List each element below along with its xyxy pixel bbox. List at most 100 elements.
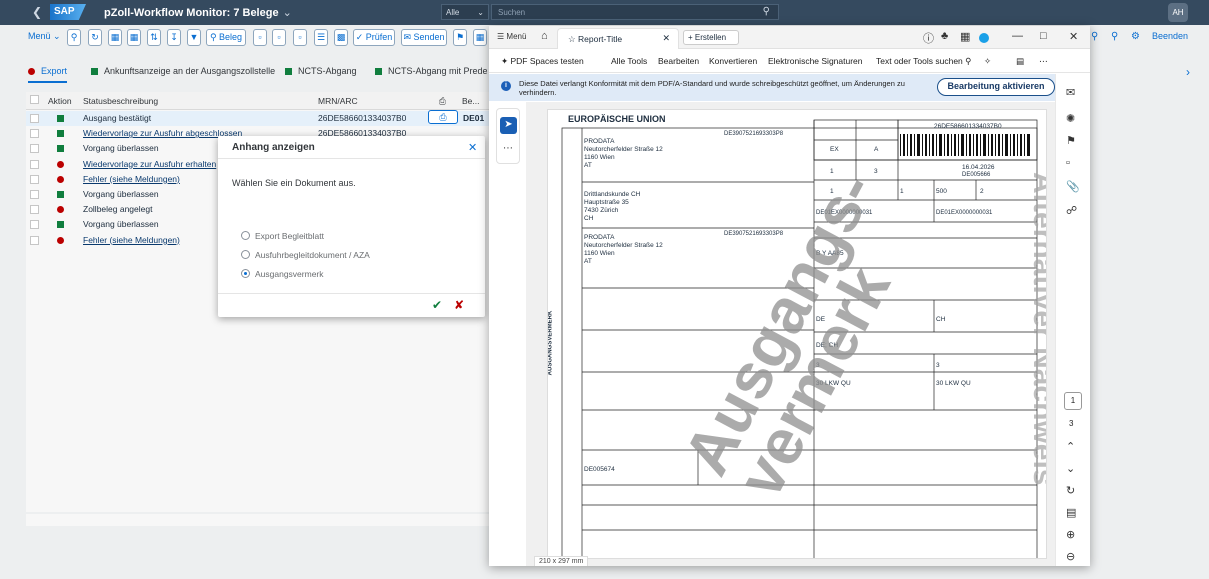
e-signature-button[interactable]: Elektronische Signaturen [768, 56, 863, 66]
refresh-icon[interactable]: ↻ [88, 29, 102, 46]
row-checkbox[interactable] [30, 129, 39, 139]
radio-button[interactable] [241, 250, 250, 259]
table-row[interactable]: Ausgang bestätigt 26DE586601334037B0 DE01 [26, 111, 492, 126]
minimize-icon[interactable]: — [1012, 30, 1023, 42]
copilot-icon[interactable] [979, 33, 989, 43]
status-description[interactable]: Fehler (siehe Meldungen) [83, 174, 180, 184]
sort-desc-icon[interactable]: ↧ [167, 29, 181, 46]
bell-icon[interactable]: ♣ [941, 30, 948, 42]
row-checkbox[interactable] [30, 190, 39, 199]
app-title[interactable]: pZoll-Workflow Monitor: 7 Belege ⌄ [104, 6, 292, 19]
rotate-icon[interactable]: ↻ [1066, 484, 1075, 497]
senden-button[interactable]: ✉ Senden [401, 29, 447, 46]
status-description[interactable]: Wiedervorlage zur Ausfuhr erhalten [83, 159, 216, 169]
maximize-icon[interactable]: □ [1040, 30, 1047, 42]
zoom-icon[interactable]: ⚲ [67, 29, 81, 46]
enable-editing-button[interactable]: Bearbeitung aktivieren [937, 78, 1055, 96]
home-icon[interactable]: ⌂ [541, 30, 548, 42]
row-checkbox[interactable] [30, 174, 39, 184]
save-icon[interactable]: ▤ [1016, 56, 1024, 67]
close-icon[interactable]: ✕ [468, 141, 477, 154]
tab-export[interactable]: Export [28, 66, 68, 83]
radio-ausgangsvermerk[interactable]: Ausgangsvermerk [241, 269, 324, 279]
column-aktion[interactable]: Aktion [48, 96, 72, 106]
fit-page-icon[interactable]: ▤ [1066, 506, 1076, 519]
row-checkbox[interactable] [30, 159, 39, 169]
close-tab-icon[interactable]: ✕ [662, 33, 670, 44]
list-icon[interactable]: ☰ [314, 29, 328, 46]
search-input[interactable]: Suchen ⚲ [491, 4, 779, 20]
current-page-input[interactable]: 1 [1064, 392, 1082, 410]
back-icon[interactable]: ❮ [32, 5, 42, 19]
avatar[interactable]: AH [1168, 3, 1188, 22]
row-checkbox[interactable] [30, 144, 39, 154]
all-tools-button[interactable]: Alle Tools [611, 56, 647, 66]
beenden-button[interactable]: Beenden [1152, 31, 1188, 41]
zoom-out-icon[interactable]: ⚲ [1111, 31, 1118, 42]
cancel-x-icon[interactable]: ✘ [454, 298, 464, 312]
menu-button[interactable]: Menü ⌄ [28, 31, 61, 42]
filter-icon[interactable]: ▼ [187, 29, 201, 46]
pdf-document-tab[interactable]: ☆ Report-Title ✕ [557, 28, 679, 49]
grid-icon[interactable]: ▦ [108, 29, 122, 46]
zoom-out-icon[interactable]: ⊖ [1066, 550, 1075, 563]
radio-export-begleitblatt[interactable]: Export Begleitblatt [241, 231, 324, 241]
zoom-in-icon[interactable]: ⊕ [1066, 528, 1075, 541]
row-checkbox[interactable] [30, 235, 39, 245]
print-icon[interactable]: ▫ [293, 29, 307, 46]
chevron-up-icon[interactable]: ⌃ [1066, 440, 1075, 453]
close-window-icon[interactable]: ✕ [1069, 30, 1078, 43]
copy-icon[interactable]: ▫ [272, 29, 286, 46]
grid-small-icon[interactable]: ▦ [473, 29, 487, 46]
confirm-check-icon[interactable]: ✔ [432, 298, 442, 312]
column-status[interactable]: Statusbeschreibung [83, 96, 158, 106]
tab-ncts-predeklaration[interactable]: NCTS-Abgang mit Predeklaration [375, 66, 487, 76]
radio-button[interactable] [241, 231, 250, 240]
sap-logo[interactable]: SAP [50, 4, 86, 20]
help-icon[interactable]: ⓘ [923, 30, 934, 46]
beleg-button[interactable]: ⚲ Beleg [206, 29, 246, 46]
more-icon[interactable]: ⋯ [503, 143, 513, 154]
column-be[interactable]: Be... [462, 96, 479, 106]
security-icon[interactable]: ☍ [1066, 204, 1077, 217]
row-checkbox[interactable] [30, 205, 39, 215]
chevron-right-icon[interactable]: › [1186, 65, 1190, 79]
new-tab-button[interactable]: + Erstellen [683, 30, 739, 45]
convert-button[interactable]: Konvertieren [709, 56, 757, 66]
settings-icon[interactable]: ⚙ [1131, 31, 1140, 42]
row-checkbox[interactable] [30, 114, 39, 123]
cursor-icon[interactable]: ➤ [500, 117, 517, 134]
bookmark-icon[interactable]: ⚑ [1066, 134, 1076, 147]
truck-icon[interactable]: ▩ [334, 29, 348, 46]
document-icon[interactable]: ▫ [253, 29, 267, 46]
select-all-checkbox[interactable] [30, 95, 39, 104]
tab-ankunftsanzeige[interactable]: Ankunftsanzeige an der Ausgangszollstell… [91, 66, 275, 76]
zoom-in-icon[interactable]: ⚲ [1091, 31, 1098, 42]
ai-assistant-icon[interactable]: ✺ [1066, 112, 1075, 125]
radio-ausfuhrbegleitdokument[interactable]: Ausfuhrbegleitdokument / AZA [241, 250, 370, 260]
search-scope-select[interactable]: Alle ⌄ [441, 4, 489, 20]
ai-icon[interactable]: ✧ [984, 56, 991, 67]
sort-icon[interactable]: ⇅ [147, 29, 161, 46]
flag-icon[interactable]: ⚑ [453, 29, 467, 46]
edit-button[interactable]: Bearbeiten [658, 56, 699, 66]
tool-search-field[interactable]: Text oder Tools suchen ⚲ [876, 56, 971, 67]
star-icon[interactable]: ☆ [568, 34, 576, 44]
tab-ncts-abgang[interactable]: NCTS-Abgang [285, 66, 357, 76]
apps-icon[interactable]: ▦ [960, 30, 970, 43]
column-mrn[interactable]: MRN/ARC [318, 96, 358, 106]
row-checkbox[interactable] [30, 220, 39, 230]
radio-button-selected[interactable] [241, 269, 250, 278]
attachment-button[interactable]: ⎙ [428, 110, 458, 124]
more-icon[interactable]: ⋯ [1039, 56, 1048, 67]
pdf-spaces-button[interactable]: ✦ PDF Spaces testen [501, 56, 584, 67]
pruefen-button[interactable]: ✓ Prüfen [353, 29, 395, 46]
search-icon[interactable]: ⚲ [763, 6, 770, 17]
pages-icon[interactable]: ▫ [1066, 157, 1070, 169]
layout-icon[interactable]: ▦ [127, 29, 141, 46]
attachment-icon[interactable]: 📎 [1066, 180, 1080, 193]
comment-icon[interactable]: ✉ [1066, 86, 1075, 99]
status-description[interactable]: Fehler (siehe Meldungen) [83, 235, 180, 245]
pdf-menu-button[interactable]: ☰ Menü [497, 32, 526, 41]
pdf-canvas[interactable]: EUROPÄISCHE UNION AUSGANGSVERMERK PRODAT… [526, 102, 1055, 566]
